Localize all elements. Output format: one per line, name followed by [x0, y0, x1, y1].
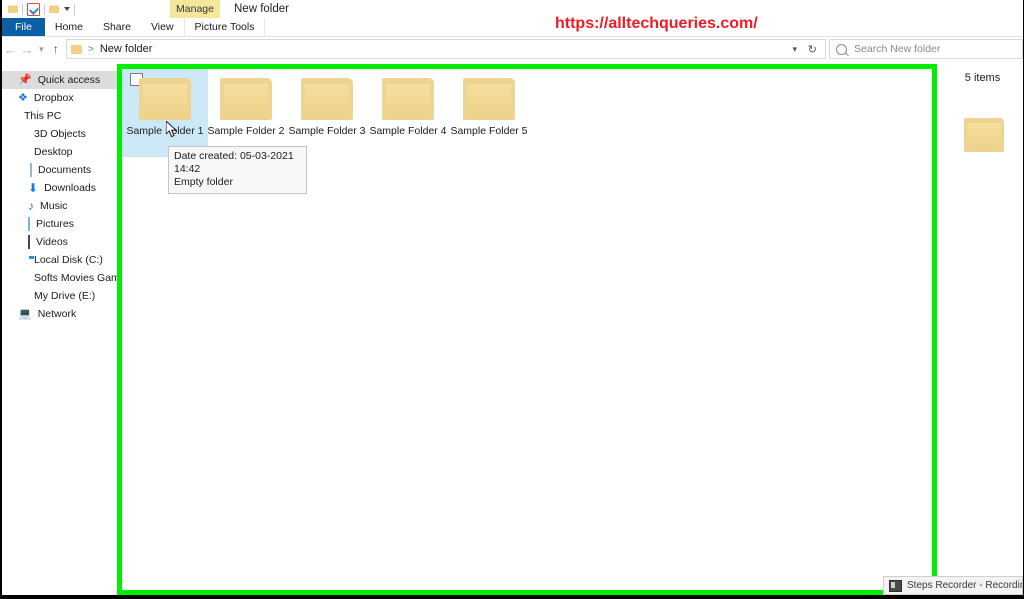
sidebar-item-music[interactable]: ♪ Music — [2, 197, 117, 215]
list-item-label: Sample Folder 2 — [207, 125, 285, 137]
explorer-body: 📌 Quick access ❖ Dropbox This PC 3D Objects De… — [2, 61, 1023, 597]
sidebar-item-label: Videos — [36, 236, 68, 248]
sidebar-item-pictures[interactable]: Pictures — [2, 215, 117, 233]
breadcrumb-path[interactable]: New folder — [100, 43, 153, 55]
sidebar-item-3d-objects[interactable]: 3D Objects — [2, 125, 117, 143]
folder-icon — [220, 78, 272, 120]
preview-pane: 5 items — [942, 61, 1023, 597]
search-icon — [836, 43, 848, 55]
tooltip-line-date-created: Date created: 05-03-2021 14:42 — [174, 150, 294, 175]
list-item[interactable]: Sample Folder 2 — [203, 69, 289, 157]
chevron-down-icon[interactable] — [64, 7, 70, 11]
sidebar-item-label: Softs Movies Games — [34, 272, 117, 284]
title-bar: Manage New folder — [2, 0, 1023, 18]
sidebar-item-videos[interactable]: Videos — [2, 233, 117, 251]
ribbon-tab-list: File Home Share View Picture Tools — [2, 18, 1023, 36]
sidebar-item-label: 3D Objects — [34, 128, 86, 140]
folder-icon — [139, 78, 191, 120]
sidebar-item-label: Dropbox — [33, 92, 74, 104]
breadcrumb-separator: > — [88, 43, 94, 55]
watermark-url: https://alltechqueries.com/ — [555, 15, 758, 32]
folder-icon[interactable] — [8, 5, 18, 13]
sidebar-item-label: Downloads — [44, 182, 97, 194]
window-title: New folder — [234, 3, 289, 15]
item-count-label: 5 items — [964, 72, 1001, 84]
ribbon-tabs: File Home Share View Picture Tools — [2, 18, 1023, 37]
sidebar-item-label: Quick access — [37, 74, 101, 86]
tooltip-line-empty-folder: Empty folder — [174, 176, 233, 188]
file-list-view[interactable]: Sample Folder 1 Sample Folder 2 Sample Fol… — [122, 69, 932, 590]
sidebar-item-label: Local Disk (C:) — [34, 254, 103, 266]
sidebar-item-label: Pictures — [36, 218, 74, 230]
sidebar-item-desktop[interactable]: Desktop — [2, 143, 117, 161]
music-icon: ♪ — [28, 198, 34, 213]
folder-icon — [301, 78, 353, 120]
properties-icon[interactable] — [27, 2, 40, 16]
sidebar-item-label: Music — [40, 200, 68, 212]
quick-access-toolbar — [8, 2, 75, 16]
network-icon: 💻 — [18, 307, 32, 320]
dropbox-icon: ❖ — [18, 91, 28, 104]
ribbon-tab-file[interactable]: File — [2, 18, 45, 36]
sidebar-item-label: This PC — [24, 110, 62, 122]
navigation-pane: 📌 Quick access ❖ Dropbox This PC 3D Objects De… — [2, 61, 117, 597]
list-item-label: Sample Folder 3 — [288, 125, 366, 137]
contextual-tab-manage[interactable]: Manage — [170, 0, 220, 18]
divider — [44, 3, 45, 15]
recent-locations-icon[interactable]: ▾ — [35, 38, 47, 60]
ribbon-tab-view[interactable]: View — [141, 18, 184, 36]
sidebar-item-label: My Drive (E:) — [34, 290, 96, 302]
pin-icon: 📌 — [18, 73, 32, 86]
ribbon-tab-picture-tools[interactable]: Picture Tools — [183, 18, 266, 36]
new-folder-icon[interactable] — [49, 5, 59, 13]
explorer-window: Manage New folder File Home Share View Pictu… — [2, 0, 1023, 597]
list-item[interactable]: Sample Folder 4 — [365, 69, 451, 157]
downloads-icon: ⬇ — [28, 180, 39, 195]
sidebar-item-dropbox[interactable]: ❖ Dropbox — [2, 89, 117, 107]
folder-icon — [964, 118, 1004, 152]
sidebar-item-label: Network — [37, 308, 77, 320]
address-bar: ← → ▾ ↑ > New folder ▾ ↻ Search New fold… — [2, 37, 1023, 62]
taskbar-item-label: Steps Recorder - Recording N — [907, 580, 1022, 591]
documents-icon — [28, 163, 32, 177]
list-item[interactable]: Sample Folder 3 — [284, 69, 370, 157]
forward-arrow-icon[interactable]: → — [19, 38, 36, 60]
search-placeholder: Search New folder — [854, 43, 941, 55]
bottom-edge — [2, 595, 1023, 597]
taskbar-steps-recorder[interactable]: Steps Recorder - Recording N — [883, 576, 1023, 595]
sidebar-item-quick-access[interactable]: 📌 Quick access — [2, 71, 117, 89]
list-item[interactable]: Sample Folder 5 — [446, 69, 532, 157]
sidebar-item-label: Documents — [38, 164, 92, 176]
search-input[interactable]: Search New folder — [829, 39, 1023, 59]
sidebar-item-my-drive-e[interactable]: My Drive (E:) — [2, 287, 117, 305]
ribbon-tab-share[interactable]: Share — [93, 18, 141, 36]
refresh-icon[interactable]: ↻ — [808, 43, 817, 56]
up-arrow-icon[interactable]: ↑ — [47, 38, 64, 60]
sidebar-item-softs-movies-games[interactable]: Softs Movies Games — [2, 269, 117, 287]
sidebar-item-local-disk-c[interactable]: Local Disk (C:) — [2, 251, 117, 269]
sidebar-item-downloads[interactable]: ⬇ Downloads — [2, 179, 117, 197]
steps-recorder-icon — [889, 579, 902, 592]
tooltip: Date created: 05-03-2021 14:42 Empty fold… — [168, 146, 307, 194]
chevron-down-icon[interactable]: ▾ — [792, 44, 797, 55]
divider — [74, 3, 75, 15]
mouse-cursor-icon — [165, 119, 178, 138]
sidebar-item-this-pc[interactable]: This PC — [2, 107, 117, 125]
pictures-icon — [28, 217, 30, 231]
breadcrumb[interactable]: > New folder ▾ ↻ — [66, 39, 827, 59]
sidebar-item-documents[interactable]: Documents — [2, 161, 117, 179]
folder-icon — [463, 78, 515, 120]
folder-icon — [71, 44, 83, 54]
sidebar-item-network[interactable]: 💻 Network — [2, 305, 117, 323]
list-item-label: Sample Folder 1 — [126, 125, 204, 137]
list-item-label: Sample Folder 5 — [450, 125, 528, 137]
divider — [22, 3, 23, 15]
folder-icon — [382, 78, 434, 120]
sidebar-item-label: Desktop — [34, 146, 73, 158]
list-item-label: Sample Folder 4 — [369, 125, 447, 137]
list-item[interactable]: Sample Folder 1 — [122, 69, 208, 157]
back-arrow-icon[interactable]: ← — [2, 38, 19, 60]
ribbon-tab-home[interactable]: Home — [45, 18, 93, 36]
videos-icon — [28, 235, 30, 249]
